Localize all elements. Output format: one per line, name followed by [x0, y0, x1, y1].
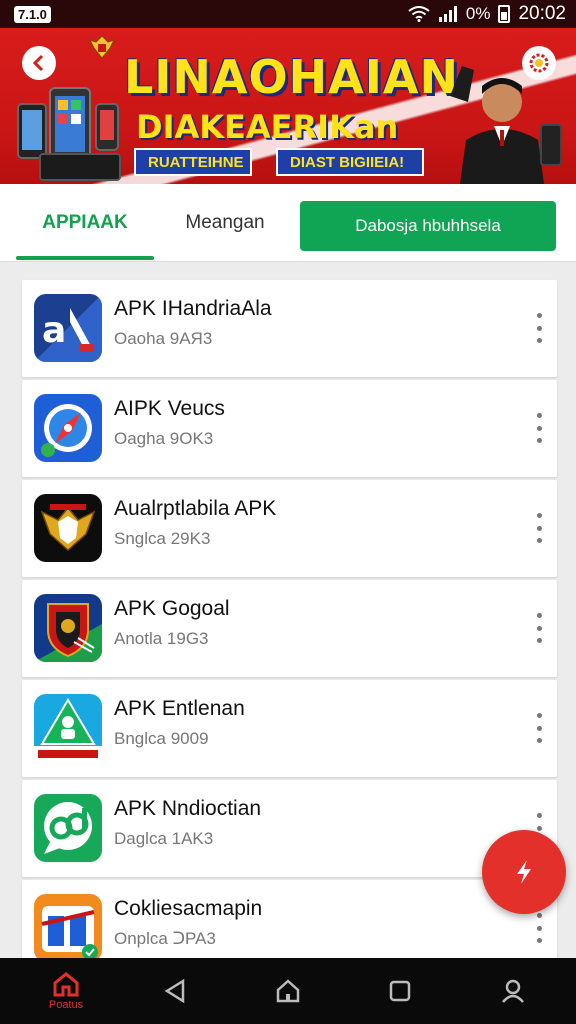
- primary-action-button[interactable]: Dabosja hbuhhsela: [300, 201, 556, 251]
- garuda-emblem-icon: [89, 35, 115, 59]
- status-icons: 0% 20:02: [408, 3, 566, 25]
- wifi-icon: [408, 6, 430, 22]
- user-icon: [502, 979, 524, 1003]
- award-badge[interactable]: [522, 46, 556, 80]
- more-options-button[interactable]: [531, 913, 547, 943]
- map-badge-icon: [34, 894, 102, 962]
- status-badge: 7.1.0: [14, 5, 51, 23]
- more-options-button[interactable]: [531, 613, 547, 643]
- app-name: AIPK Veucs: [114, 397, 225, 420]
- tab-secondary[interactable]: Meangan: [168, 184, 282, 262]
- shield-crest-icon: [34, 594, 102, 662]
- status-bar: 7.1.0 0% 20:02: [0, 0, 576, 28]
- more-options-button[interactable]: [531, 513, 547, 543]
- app-list: a APK IHandriaAla Oaoha 9AЯ3 AIPK Veucs …: [22, 280, 557, 980]
- banner-tag-left: RUATTEIHNE: [134, 148, 252, 176]
- home-icon: [53, 972, 79, 997]
- promo-banner[interactable]: LINAOHAIAN DIAKEAERIKan RUATTEIHNE DIAST…: [0, 28, 576, 184]
- app-name: APK Entlenan: [114, 697, 245, 720]
- more-options-button[interactable]: [531, 413, 547, 443]
- nav-home[interactable]: Poatus: [36, 958, 96, 1024]
- app-name: APK IHandriaAla: [114, 297, 272, 320]
- app-subtitle: Daglca 1AK3: [114, 829, 214, 848]
- back-triangle-icon: [164, 978, 185, 1004]
- bottom-nav: Poatus: [0, 958, 576, 1024]
- banner-title-line1: LINAOHAIAN: [124, 50, 459, 104]
- app-subtitle: Onplca ᑐPA3: [114, 929, 216, 948]
- list-item[interactable]: Aualrptlabila APK Snglca 29K3: [22, 480, 557, 577]
- nav-recents[interactable]: [370, 958, 430, 1024]
- app-name: APK Nndioctian: [114, 797, 262, 820]
- banner-title-line2: DIAKEAERIKan: [136, 108, 399, 146]
- signal-icon: [438, 6, 457, 22]
- tab-apk[interactable]: APPIAAK: [16, 184, 154, 262]
- app-subtitle: Oagha 9OK3: [114, 429, 214, 448]
- app-subtitle: Snglca 29K3: [114, 529, 211, 548]
- triangle-person-icon: [34, 694, 102, 762]
- banner-tag-right: DIAST BIGIIEIA!: [276, 148, 424, 176]
- list-item[interactable]: APK Gogoal Anotla 19G3: [22, 580, 557, 677]
- app-subtitle: Oaoha 9AЯ3: [114, 329, 213, 348]
- tab-bar: APPIAAK Meangan Dabosja hbuhhsela: [0, 184, 576, 262]
- list-item[interactable]: a APK IHandriaAla Oaoha 9AЯ3: [22, 280, 557, 377]
- compass-icon: [34, 394, 102, 462]
- recents-square-icon: [389, 980, 411, 1002]
- floating-action-button[interactable]: [482, 830, 566, 914]
- svg-text:a: a: [42, 310, 66, 351]
- nav-system-home[interactable]: [258, 958, 318, 1024]
- devices-illustration-icon: [17, 87, 121, 181]
- nav-profile[interactable]: [483, 958, 543, 1024]
- clock: 20:02: [518, 3, 566, 24]
- app-name: APK Gogoal: [114, 597, 230, 620]
- house-outline-icon: [276, 979, 300, 1003]
- lightning-icon: [517, 860, 531, 884]
- gear-badge-icon: [529, 53, 549, 73]
- app-name: Cokliesacmapin: [114, 897, 263, 920]
- list-item[interactable]: AIPK Veucs Oagha 9OK3: [22, 380, 557, 477]
- app-name: Aualrptlabila APK: [114, 497, 277, 520]
- nav-back[interactable]: [145, 958, 205, 1024]
- phone-illustration-icon: [540, 124, 562, 166]
- app-subtitle: Bnglca 9009: [114, 729, 209, 748]
- a-letter-icon: a: [34, 294, 102, 362]
- tab-secondary-label: Meangan: [185, 212, 265, 233]
- list-item[interactable]: APK Entlenan Bnglca 9009: [22, 680, 557, 777]
- more-options-button[interactable]: [531, 313, 547, 343]
- app-subtitle: Anotla 19G3: [114, 629, 209, 648]
- list-item[interactable]: APK Nndioctian Daglca 1AK3: [22, 780, 557, 877]
- primary-action-label: Dabosja hbuhhsela: [355, 216, 501, 235]
- battery-icon: [498, 5, 511, 23]
- eagle-emblem-icon: [34, 494, 102, 562]
- battery-percent: 0%: [465, 4, 491, 23]
- back-button[interactable]: [22, 46, 56, 80]
- tab-apk-label: APPIAAK: [42, 212, 128, 233]
- chevron-left-icon: [32, 54, 44, 72]
- more-options-button[interactable]: [531, 713, 547, 743]
- active-tab-indicator: [16, 256, 154, 260]
- nav-home-label: Poatus: [48, 999, 84, 1011]
- chat-bubble-icon: [34, 794, 102, 862]
